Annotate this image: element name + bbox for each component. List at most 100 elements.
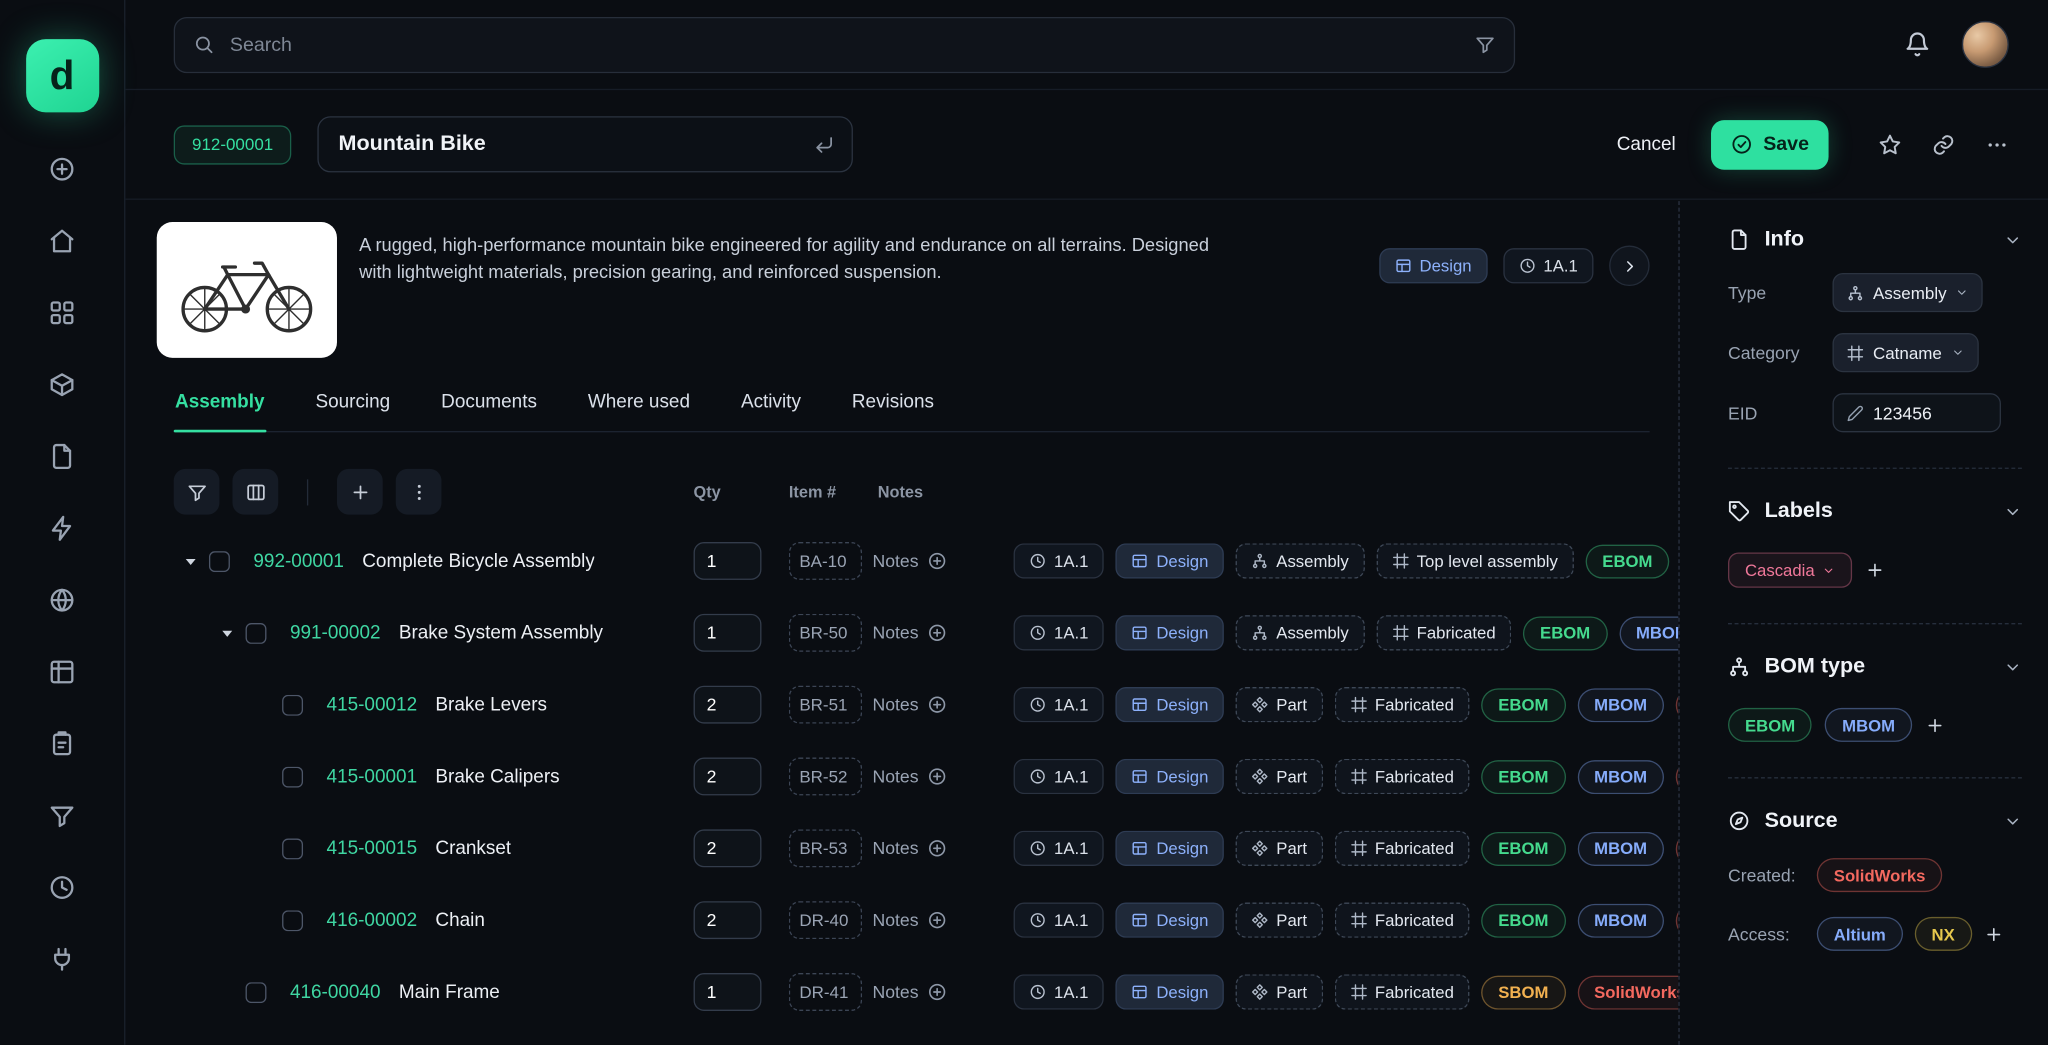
- row-checkbox[interactable]: [282, 838, 303, 859]
- qty-input[interactable]: [694, 901, 762, 939]
- tab-sourcing[interactable]: Sourcing: [314, 392, 391, 431]
- part-number-link[interactable]: 416-00040: [290, 982, 381, 1003]
- pill-nx[interactable]: NX: [1915, 917, 1972, 951]
- badge-part[interactable]: Part: [1236, 831, 1323, 866]
- sidebar-history-icon[interactable]: [48, 874, 75, 901]
- pill-cascadia[interactable]: Cascadia: [1728, 552, 1853, 587]
- tab-assembly[interactable]: Assembly: [174, 392, 266, 431]
- part-number-link[interactable]: 415-00012: [327, 694, 418, 715]
- tab-activity[interactable]: Activity: [740, 392, 803, 431]
- eid-input[interactable]: 123456: [1832, 393, 2000, 432]
- badge-fabricated[interactable]: Fabricated: [1334, 974, 1469, 1009]
- row-checkbox[interactable]: [282, 766, 303, 787]
- sidebar-file-icon[interactable]: [48, 443, 75, 470]
- qty-input[interactable]: [694, 614, 762, 652]
- badge-assembly[interactable]: Assembly: [1236, 615, 1365, 650]
- add-notes-button[interactable]: Notes: [872, 623, 1013, 643]
- pill-altium[interactable]: Altium: [1817, 917, 1903, 951]
- search-input[interactable]: [227, 32, 1461, 57]
- badge-design[interactable]: Design: [1116, 543, 1224, 578]
- item-number-field[interactable]: BR-50: [789, 614, 862, 652]
- pill-ebom[interactable]: EBOM: [1728, 708, 1812, 742]
- qty-input[interactable]: [694, 829, 762, 867]
- part-number-link[interactable]: 991-00002: [290, 622, 381, 643]
- badge-part[interactable]: Part: [1236, 759, 1323, 794]
- add-notes-button[interactable]: Notes: [872, 695, 1013, 715]
- add-notes-button[interactable]: Notes: [872, 839, 1013, 859]
- add-notes-button[interactable]: Notes: [872, 982, 1013, 1002]
- notifications-bell-icon[interactable]: [1904, 31, 1930, 57]
- row-menu-button[interactable]: [396, 469, 442, 515]
- add-labelchips-button[interactable]: [1866, 560, 1886, 580]
- sidebar-bolt-icon[interactable]: [48, 515, 75, 542]
- search-box[interactable]: [174, 16, 1515, 72]
- badge-assembly[interactable]: Assembly: [1236, 543, 1365, 578]
- sidebar-grid-icon[interactable]: [48, 658, 75, 685]
- copy-link-icon[interactable]: [1932, 133, 1956, 157]
- badge-1a-1[interactable]: 1A.1: [1014, 687, 1105, 722]
- bom-collapse-chevron-icon[interactable]: [2004, 658, 2022, 676]
- tab-revisions[interactable]: Revisions: [851, 392, 936, 431]
- add-notes-button[interactable]: Notes: [872, 910, 1013, 930]
- sidebar-globe-icon[interactable]: [48, 586, 75, 613]
- qty-input[interactable]: [694, 542, 762, 580]
- add-accesschips-button[interactable]: [1983, 924, 2003, 944]
- tab-where-used[interactable]: Where used: [587, 392, 692, 431]
- row-expand-caret-icon[interactable]: [218, 624, 236, 642]
- sidebar-apps-icon[interactable]: [48, 299, 75, 326]
- badge-fabricated[interactable]: Fabricated: [1334, 831, 1469, 866]
- user-avatar[interactable]: [1962, 21, 2009, 68]
- badge-fabricated[interactable]: Fabricated: [1334, 903, 1469, 938]
- badge-design[interactable]: Design: [1379, 248, 1487, 283]
- favorite-star-icon[interactable]: [1878, 133, 1902, 157]
- search-filter-icon[interactable]: [1475, 34, 1496, 55]
- badge-1a-1[interactable]: 1A.1: [1014, 831, 1105, 866]
- part-number-link[interactable]: 416-00002: [327, 910, 418, 931]
- row-checkbox[interactable]: [246, 982, 267, 1003]
- sidebar-plug-icon[interactable]: [48, 946, 75, 973]
- badge-fabricated[interactable]: Fabricated: [1376, 615, 1511, 650]
- badge-1a-1[interactable]: 1A.1: [1014, 974, 1105, 1009]
- save-button[interactable]: Save: [1711, 120, 1829, 170]
- badge-design[interactable]: Design: [1116, 687, 1224, 722]
- badge-top-level-assembly[interactable]: Top level assembly: [1376, 543, 1573, 578]
- part-number-link[interactable]: 992-00001: [253, 551, 344, 572]
- title-input[interactable]: [336, 131, 814, 158]
- badge-design[interactable]: Design: [1116, 903, 1224, 938]
- columns-button[interactable]: [232, 469, 278, 515]
- qty-input[interactable]: [694, 758, 762, 796]
- row-checkbox[interactable]: [282, 910, 303, 931]
- badge-1a-1[interactable]: 1A.1: [1014, 759, 1105, 794]
- add-bomchips-button[interactable]: [1925, 715, 1945, 735]
- sidebar-box-icon[interactable]: [48, 371, 75, 398]
- qty-input[interactable]: [694, 973, 762, 1011]
- category-dropdown[interactable]: Catname: [1832, 333, 1978, 372]
- row-checkbox[interactable]: [282, 694, 303, 715]
- part-number-link[interactable]: 415-00015: [327, 838, 418, 859]
- filter-button[interactable]: [174, 469, 220, 515]
- title-input-box[interactable]: [318, 116, 854, 172]
- tab-documents[interactable]: Documents: [440, 392, 538, 431]
- badge-1a-1[interactable]: 1A.1: [1014, 543, 1105, 578]
- item-number-field[interactable]: DR-40: [789, 901, 862, 939]
- row-expand-caret-icon[interactable]: [182, 552, 200, 570]
- row-checkbox[interactable]: [209, 551, 230, 572]
- badge-part[interactable]: Part: [1236, 903, 1323, 938]
- add-notes-button[interactable]: Notes: [872, 551, 1013, 571]
- badge-fabricated[interactable]: Fabricated: [1334, 759, 1469, 794]
- type-dropdown[interactable]: Assembly: [1832, 273, 1983, 312]
- sidebar-clipboard-icon[interactable]: [48, 730, 75, 757]
- badge-revision[interactable]: 1A.1: [1503, 248, 1594, 283]
- expand-details-button[interactable]: [1609, 246, 1649, 286]
- badge-design[interactable]: Design: [1116, 974, 1224, 1009]
- item-number-field[interactable]: BR-51: [789, 686, 862, 724]
- app-logo[interactable]: d: [25, 39, 98, 112]
- item-number-field[interactable]: DR-41: [789, 973, 862, 1011]
- qty-input[interactable]: [694, 686, 762, 724]
- add-row-button[interactable]: [337, 469, 383, 515]
- row-checkbox[interactable]: [246, 622, 267, 643]
- sidebar-plus-circle-icon[interactable]: [48, 155, 75, 182]
- part-number-link[interactable]: 415-00001: [327, 766, 418, 787]
- item-number-field[interactable]: BR-52: [789, 758, 862, 796]
- badge-part[interactable]: Part: [1236, 974, 1323, 1009]
